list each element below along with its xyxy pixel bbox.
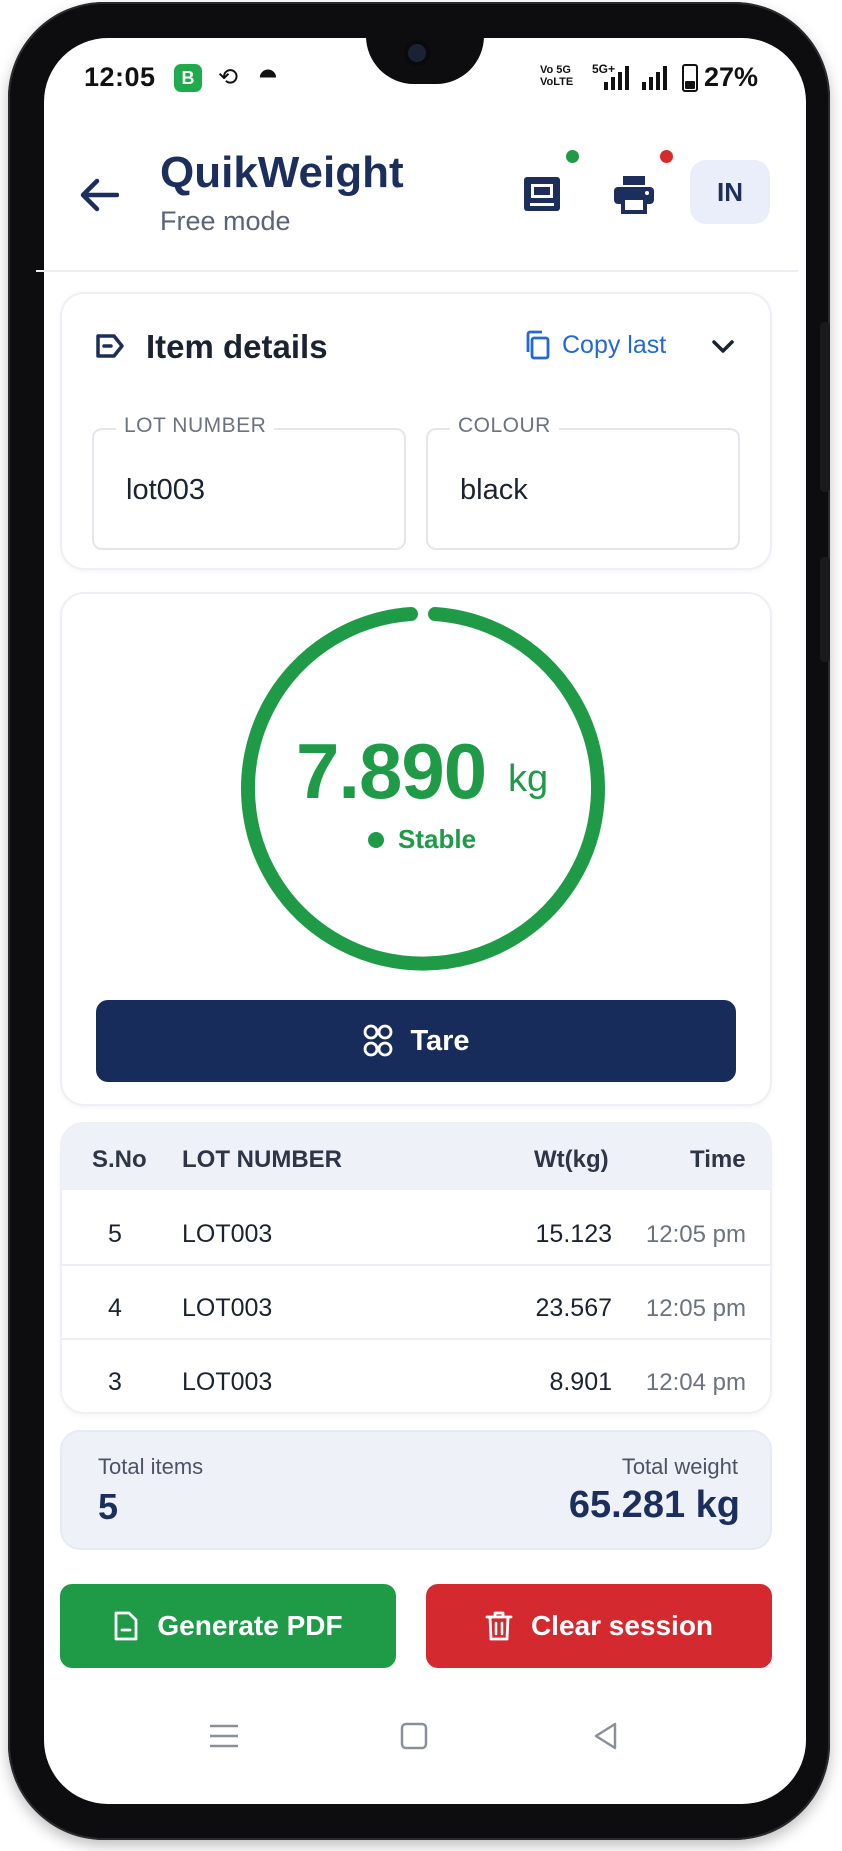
menu-icon bbox=[210, 1724, 238, 1748]
row-weight: 15.123 bbox=[535, 1220, 612, 1248]
square-icon bbox=[400, 1722, 428, 1750]
whatsapp-business-icon: B bbox=[174, 64, 202, 92]
back-button[interactable] bbox=[76, 172, 122, 218]
app-title: QuikWeight bbox=[160, 148, 404, 197]
battery-percent: 27% bbox=[704, 62, 759, 92]
lot-number-value[interactable]: lot003 bbox=[126, 474, 205, 507]
colour-label: COLOUR bbox=[450, 414, 559, 438]
tare-label: Tare bbox=[410, 1024, 470, 1057]
row-divider bbox=[62, 1264, 770, 1266]
row-weight: 8.901 bbox=[549, 1368, 612, 1396]
col-sno-header: S.No bbox=[92, 1146, 147, 1173]
generate-pdf-label: Generate PDF bbox=[157, 1610, 343, 1641]
col-lot-header: LOT NUMBER bbox=[182, 1146, 342, 1173]
arrow-left-icon bbox=[80, 178, 119, 212]
row-sno: 4 bbox=[108, 1294, 122, 1322]
printer-icon bbox=[614, 176, 654, 214]
triangle-back-icon bbox=[594, 1722, 617, 1750]
row-sno: 5 bbox=[108, 1220, 122, 1248]
mode-subtitle: Free mode bbox=[160, 206, 291, 236]
total-items-label: Total items bbox=[98, 1454, 204, 1479]
row-sno: 3 bbox=[108, 1368, 122, 1396]
tag-icon bbox=[96, 334, 124, 358]
signal-strength-icon-2 bbox=[642, 66, 667, 90]
sync-icon: ⟲ bbox=[217, 64, 239, 91]
copy-last-button[interactable]: Copy last bbox=[524, 330, 666, 360]
clear-session-label: Clear session bbox=[530, 1610, 714, 1641]
row-time: 12:05 pm bbox=[645, 1221, 746, 1248]
printer-button[interactable] bbox=[608, 168, 660, 220]
scale-device-icon bbox=[524, 177, 560, 211]
copy-icon bbox=[526, 330, 550, 360]
clear-session-button[interactable]: Clear session bbox=[426, 1584, 772, 1668]
language-button[interactable]: IN bbox=[690, 160, 770, 224]
copy-last-label: Copy last bbox=[562, 330, 667, 359]
tare-icon bbox=[364, 1024, 393, 1057]
printer-status-dot bbox=[660, 150, 673, 163]
lot-number-field[interactable]: LOT NUMBER lot003 bbox=[92, 414, 406, 550]
row-divider bbox=[62, 1338, 770, 1340]
row-lot: LOT003 bbox=[182, 1220, 273, 1248]
row-time: 12:04 pm bbox=[645, 1369, 746, 1396]
table-header bbox=[62, 1124, 770, 1190]
scale-status-dot bbox=[566, 150, 579, 163]
power-button bbox=[820, 557, 830, 662]
weight-value: 7.890 bbox=[296, 727, 487, 815]
generate-pdf-button[interactable]: Generate PDF bbox=[60, 1584, 396, 1668]
stability-label: Stable bbox=[398, 824, 477, 854]
row-time: 12:05 pm bbox=[645, 1295, 746, 1322]
lot-number-label: LOT NUMBER bbox=[116, 414, 275, 438]
row-lot: LOT003 bbox=[182, 1368, 273, 1396]
header-divider bbox=[36, 270, 798, 272]
nav-home-button[interactable] bbox=[394, 1716, 434, 1756]
volte-indicator: Vo 5G VoLTE bbox=[540, 64, 574, 88]
nav-recents-button[interactable] bbox=[204, 1716, 244, 1756]
col-wt-header: Wt(kg) bbox=[534, 1146, 609, 1173]
nav-back-button[interactable] bbox=[586, 1716, 626, 1756]
stability-indicator: Stable bbox=[368, 824, 476, 855]
tare-button[interactable]: Tare bbox=[96, 1000, 736, 1082]
status-bar: 12:05 B ⟲ ⯊ Vo 5G VoLTE 5G+ 27% bbox=[0, 58, 842, 98]
chevron-down-icon[interactable] bbox=[706, 330, 740, 364]
row-weight: 23.567 bbox=[535, 1294, 612, 1322]
total-weight-label: Total weight bbox=[621, 1454, 738, 1479]
row-lot: LOT003 bbox=[182, 1294, 273, 1322]
battery-icon bbox=[682, 64, 698, 92]
item-details-title: Item details bbox=[146, 328, 328, 365]
total-weight-value: 65.281 kg bbox=[568, 1484, 740, 1526]
total-items-value: 5 bbox=[98, 1486, 119, 1527]
stable-dot-icon bbox=[368, 831, 384, 848]
scale-connection-button[interactable] bbox=[516, 168, 568, 220]
account-icon: ⯊ bbox=[259, 65, 277, 90]
signal-strength-icon bbox=[604, 66, 629, 90]
volume-button bbox=[820, 322, 830, 492]
trash-icon bbox=[485, 1611, 513, 1641]
colour-value[interactable]: black bbox=[460, 474, 528, 507]
status-time: 12:05 bbox=[84, 62, 156, 92]
weight-unit: kg bbox=[508, 758, 549, 800]
colour-field[interactable]: COLOUR black bbox=[426, 414, 740, 550]
col-time-header: Time bbox=[690, 1146, 746, 1173]
document-icon bbox=[115, 1611, 138, 1641]
